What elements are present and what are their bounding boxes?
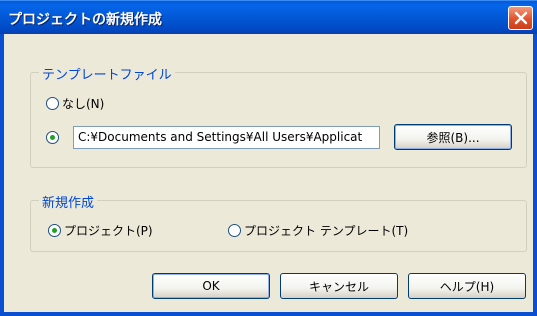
radio-none-label: なし(N)	[62, 97, 105, 111]
radio-none[interactable]: なし(N)	[46, 95, 104, 112]
window-frame-bottom	[0, 312, 537, 316]
radio-project-template-indicator[interactable]	[228, 224, 241, 237]
window-frame-left	[0, 34, 4, 316]
browse-button[interactable]: 参照(B)...	[394, 124, 512, 150]
template-path-field[interactable]: C:¥Documents and Settings¥All Users¥Appl…	[73, 126, 380, 149]
radio-project-template[interactable]: プロジェクト テンプレート(T)	[228, 222, 408, 239]
new-project-dialog: プロジェクトの新規作成 テンプレートファイル なし(N) C:¥Document…	[0, 0, 537, 316]
title-bar[interactable]: プロジェクトの新規作成	[0, 0, 537, 34]
radio-project-indicator[interactable]	[48, 224, 61, 237]
radio-project-template-label: プロジェクト テンプレート(T)	[244, 224, 409, 238]
ok-button[interactable]: OK	[152, 273, 270, 299]
help-button[interactable]: ヘルプ(H)	[408, 273, 526, 299]
radio-project[interactable]: プロジェクト(P)	[48, 222, 153, 239]
radio-project-label: プロジェクト(P)	[64, 224, 153, 238]
radio-template-path[interactable]	[46, 131, 62, 144]
new-create-legend: 新規作成	[39, 192, 98, 211]
radio-none-indicator[interactable]	[46, 97, 59, 110]
template-file-group: テンプレートファイル	[30, 64, 527, 168]
cancel-button[interactable]: キャンセル	[280, 273, 398, 299]
radio-template-path-indicator[interactable]	[46, 131, 59, 144]
window-title: プロジェクトの新規作成	[8, 12, 162, 28]
template-file-legend: テンプレートファイル	[39, 64, 175, 83]
close-button[interactable]	[508, 6, 533, 30]
window-frame-right	[533, 34, 537, 316]
close-icon	[514, 11, 528, 25]
